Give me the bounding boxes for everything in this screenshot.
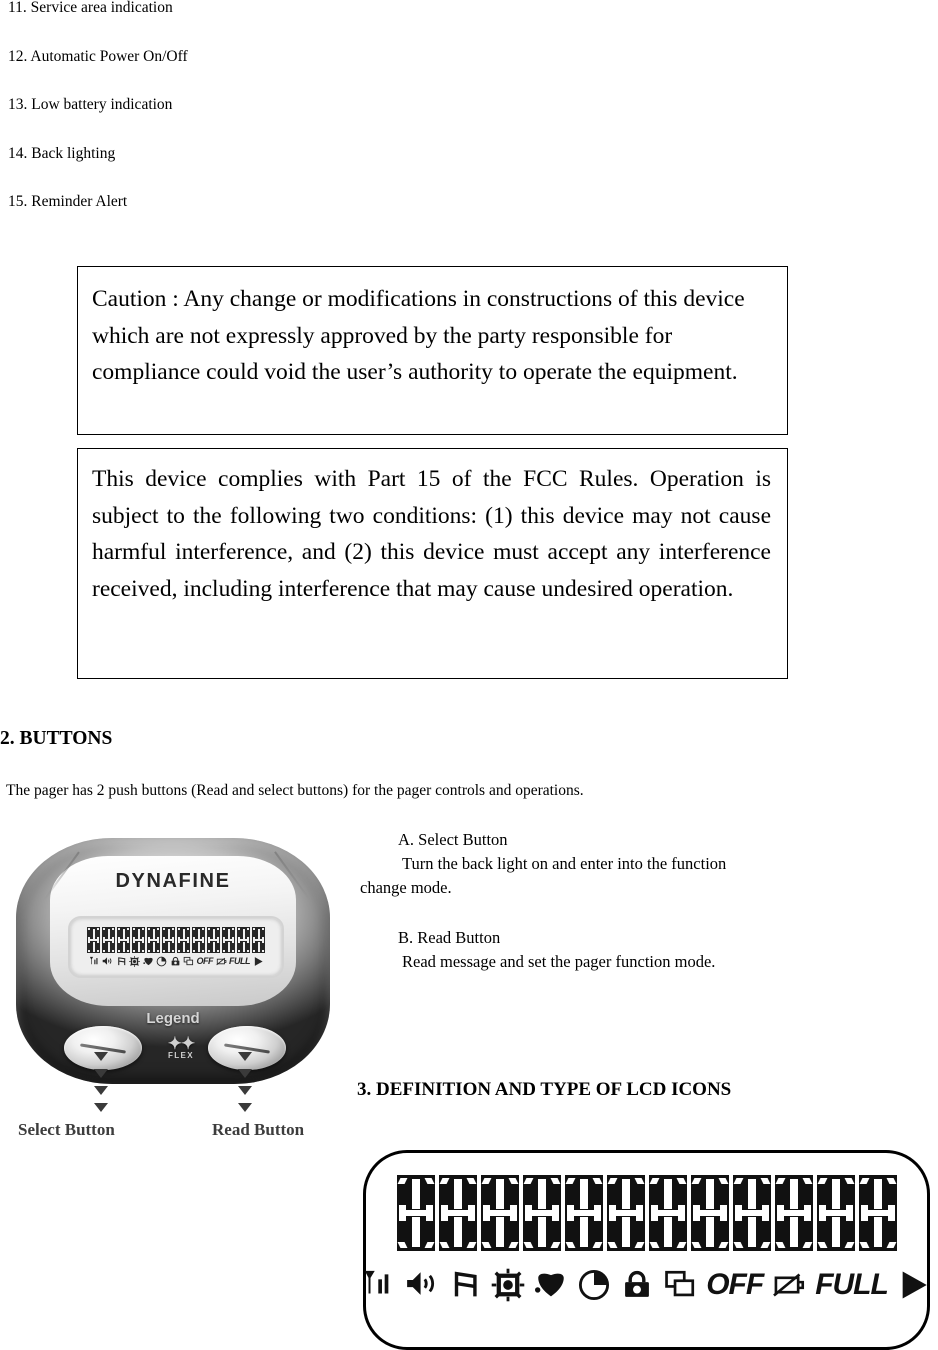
segment-character-cell [480, 1175, 519, 1251]
play-arrow-icon [897, 1268, 931, 1302]
stacked-messages-icon [663, 1268, 697, 1302]
fcc-compliance-box: This device complies with Part 15 of the… [77, 448, 788, 679]
arrow-head-icon [238, 1069, 252, 1078]
buttons-section-heading: 2. BUTTONS [0, 728, 113, 749]
segment-character-cell [816, 1175, 855, 1251]
list-item: 12. Automatic Power On/Off [8, 47, 188, 65]
list-item: 11. Service area indication [8, 0, 173, 16]
speaker-sound-icon [405, 1268, 439, 1302]
segment-character-cell [132, 927, 145, 953]
arrow-head-icon [94, 1052, 108, 1061]
full-text-icon: FULL [815, 1268, 889, 1301]
segment-character-cell [564, 1175, 603, 1251]
segment-character-cell [606, 1175, 645, 1251]
segment-character-cell [117, 927, 130, 953]
lock-icon [620, 1268, 654, 1302]
segment-character-cell [102, 927, 115, 953]
battery-empty-icon [215, 956, 227, 967]
segment-character-cell [252, 927, 265, 953]
segment-character-cell [774, 1175, 813, 1251]
arrow-head-icon [94, 1086, 108, 1095]
segment-character-cell [396, 1175, 435, 1251]
lcd-icon-row: OFF FULL [365, 1265, 927, 1305]
segment-character-cell [147, 927, 160, 953]
select-button-line1: Turn the back light on and enter into th… [402, 854, 727, 873]
music-note-icon [116, 956, 127, 967]
vibrate-alert-icon [491, 1268, 525, 1302]
read-button-line1: Read message and set the pager function … [402, 952, 716, 971]
segment-character-cell [207, 927, 220, 953]
list-item: 15. Reminder Alert [8, 193, 128, 210]
clock-icon [577, 1268, 611, 1302]
arrow-head-icon [94, 1103, 108, 1112]
select-button-callout-arrows [94, 1052, 112, 1120]
off-text-icon: OFF [706, 1268, 764, 1301]
segment-character-cell [87, 927, 100, 953]
flex-mark-glyph: ✦✦ [167, 1034, 196, 1053]
list-item: 13. Low battery indication [8, 96, 173, 113]
segment-character-cell [162, 927, 175, 953]
lcd-display-diagram: OFF FULL [363, 1150, 930, 1350]
segment-character-cell [522, 1175, 561, 1251]
buttons-intro-text: The pager has 2 push buttons (Read and s… [6, 782, 584, 799]
play-arrow-icon [253, 956, 264, 967]
arrow-head-icon [238, 1052, 252, 1061]
select-button-line2: change mode. [360, 878, 452, 897]
arrow-head-icon [94, 1069, 108, 1078]
envelope-message-icon [534, 1268, 568, 1302]
segment-character-cell [732, 1175, 771, 1251]
segment-character-cell [192, 927, 205, 953]
lcd-icons-section-heading: 3. DEFINITION AND TYPE OF LCD ICONS [357, 1079, 732, 1100]
stacked-messages-icon [183, 956, 194, 967]
segment-character-cell [858, 1175, 897, 1251]
select-button-title: A. Select Button [398, 830, 508, 849]
envelope-message-icon [142, 956, 154, 967]
read-button-title: B. Read Button [398, 928, 501, 947]
clock-icon [156, 956, 167, 967]
flex-wordmark: FLEX [167, 1051, 195, 1060]
pager-brand-label: DYNAFINE [115, 870, 231, 892]
pager-body-shell: DYNAFINE OFF FULL Legend ✦✦ FLEX [16, 838, 330, 1112]
signal-antenna-icon [362, 1268, 396, 1302]
select-button-callout-label: Select Button [18, 1120, 115, 1139]
signal-antenna-icon [89, 956, 100, 967]
pager-legend-label: Legend [146, 1010, 200, 1027]
feature-list: 11. Service area indication 12. Automati… [8, 0, 708, 243]
pager-device-illustration: DYNAFINE OFF FULL Legend ✦✦ FLEX [8, 836, 338, 1146]
segment-character-cell [648, 1175, 687, 1251]
fcc-compliance-text: This device complies with Part 15 of the… [92, 466, 771, 602]
vibrate-alert-icon [129, 955, 140, 967]
button-descriptions: A. Select Button Turn the back light on … [360, 828, 830, 974]
segment-character-cell [177, 927, 190, 953]
arrow-head-icon [238, 1103, 252, 1112]
mini-segment-row [87, 927, 265, 953]
read-button-callout-arrows [238, 1052, 256, 1120]
caution-notice-text: Caution : Any change or modifications in… [92, 286, 745, 385]
segment-character-cell [690, 1175, 729, 1251]
battery-empty-icon [772, 1268, 806, 1302]
flex-logo: ✦✦ FLEX [155, 1034, 207, 1061]
lcd-segment-row [366, 1175, 927, 1251]
segment-character-cell [222, 927, 235, 953]
segment-character-cell [438, 1175, 477, 1251]
speaker-sound-icon [102, 956, 113, 967]
lock-icon [170, 956, 181, 967]
music-note-icon [448, 1268, 482, 1302]
segment-character-cell [237, 927, 250, 953]
arrow-head-icon [238, 1086, 252, 1095]
caution-notice-box: Caution : Any change or modifications in… [77, 266, 788, 435]
off-text-icon: OFF [196, 955, 214, 966]
mini-icon-row: OFF FULL [89, 955, 264, 967]
read-button-callout-label: Read Button [212, 1120, 305, 1139]
full-text-icon: FULL [229, 955, 251, 966]
pager-mini-lcd-screen: OFF FULL [68, 916, 284, 978]
list-item: 14. Back lighting [8, 144, 116, 162]
